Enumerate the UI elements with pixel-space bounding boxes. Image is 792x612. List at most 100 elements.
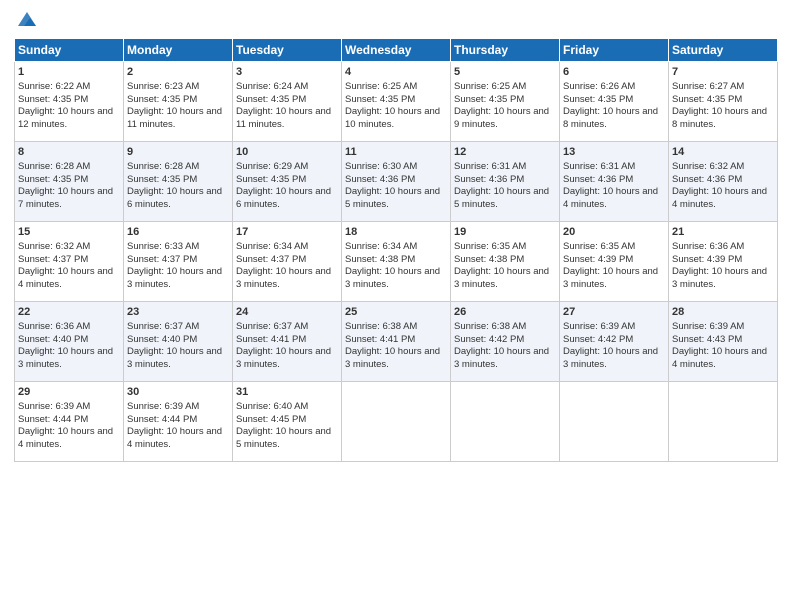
daylight-text: Daylight: 10 hours and 7 minutes. [18, 186, 113, 210]
day-number: 12 [454, 145, 556, 160]
sunrise-text: Sunrise: 6:31 AM [563, 161, 635, 172]
day-number: 5 [454, 65, 556, 80]
logo-icon [16, 8, 38, 30]
sunrise-text: Sunrise: 6:37 AM [127, 321, 199, 332]
day-number: 17 [236, 225, 338, 240]
table-row: 14Sunrise: 6:32 AMSunset: 4:36 PMDayligh… [669, 142, 778, 222]
day-number: 4 [345, 65, 447, 80]
table-row: 2Sunrise: 6:23 AMSunset: 4:35 PMDaylight… [124, 62, 233, 142]
sunset-text: Sunset: 4:44 PM [127, 414, 197, 425]
calendar-week-4: 22Sunrise: 6:36 AMSunset: 4:40 PMDayligh… [15, 302, 778, 382]
daylight-text: Daylight: 10 hours and 3 minutes. [563, 266, 658, 290]
day-number: 19 [454, 225, 556, 240]
table-row: 19Sunrise: 6:35 AM Sunset: 4:38 PMDayligh… [451, 222, 560, 302]
daylight-text: Daylight: 10 hours and 10 minutes. [345, 106, 440, 130]
sunset-text: Sunset: 4:38 PM [454, 254, 524, 265]
table-row: 11Sunrise: 6:30 AMSunset: 4:36 PMDayligh… [342, 142, 451, 222]
table-row: 20Sunrise: 6:35 AM Sunset: 4:39 PMDayligh… [560, 222, 669, 302]
day-number: 24 [236, 305, 338, 320]
sunset-text: Sunset: 4:35 PM [236, 174, 306, 185]
table-row: 22Sunrise: 6:36 AMSunset: 4:40 PMDayligh… [15, 302, 124, 382]
sunrise-text: Sunrise: 6:28 AM [127, 161, 199, 172]
daylight-text: Daylight: 10 hours and 3 minutes. [345, 346, 440, 370]
table-row: 24Sunrise: 6:37 AMSunset: 4:41 PMDayligh… [233, 302, 342, 382]
daylight-text: Daylight: 10 hours and 3 minutes. [345, 266, 440, 290]
sunset-text: Sunset: 4:39 PM [672, 254, 742, 265]
sunset-text: Sunset: 4:35 PM [127, 174, 197, 185]
sunset-text: Sunset: 4:43 PM [672, 334, 742, 345]
day-number: 10 [236, 145, 338, 160]
daylight-text: Daylight: 10 hours and 3 minutes. [236, 346, 331, 370]
day-number: 2 [127, 65, 229, 80]
table-row [342, 382, 451, 462]
table-row: 16Sunrise: 6:33 AMSunset: 4:37 PMDayligh… [124, 222, 233, 302]
day-number: 16 [127, 225, 229, 240]
calendar-body: 1Sunrise: 6:22 AMSunset: 4:35 PMDaylight… [15, 62, 778, 462]
sunrise-text: Sunrise: 6:40 AM [236, 401, 308, 412]
day-number: 21 [672, 225, 774, 240]
sunset-text: Sunset: 4:36 PM [563, 174, 633, 185]
daylight-text: Daylight: 10 hours and 6 minutes. [236, 186, 331, 210]
sunrise-text: Sunrise: 6:32 AM [672, 161, 744, 172]
sunset-text: Sunset: 4:40 PM [127, 334, 197, 345]
table-row: 28Sunrise: 6:39 AMSunset: 4:43 PMDayligh… [669, 302, 778, 382]
calendar-week-3: 15Sunrise: 6:32 AMSunset: 4:37 PMDayligh… [15, 222, 778, 302]
day-number: 23 [127, 305, 229, 320]
sunrise-text: Sunrise: 6:35 AM [454, 241, 526, 252]
day-number: 29 [18, 385, 120, 400]
table-row: 17Sunrise: 6:34 AMSunset: 4:37 PMDayligh… [233, 222, 342, 302]
daylight-text: Daylight: 10 hours and 11 minutes. [127, 106, 222, 130]
daylight-text: Daylight: 10 hours and 3 minutes. [454, 266, 549, 290]
daylight-text: Daylight: 10 hours and 3 minutes. [127, 346, 222, 370]
sunrise-text: Sunrise: 6:22 AM [18, 81, 90, 92]
day-number: 3 [236, 65, 338, 80]
daylight-text: Daylight: 10 hours and 3 minutes. [236, 266, 331, 290]
col-monday: Monday [124, 39, 233, 62]
table-row: 18Sunrise: 6:34 AMSunset: 4:38 PMDayligh… [342, 222, 451, 302]
table-row: 12Sunrise: 6:31 AMSunset: 4:36 PMDayligh… [451, 142, 560, 222]
table-row: 9Sunrise: 6:28 AMSunset: 4:35 PMDaylight… [124, 142, 233, 222]
col-friday: Friday [560, 39, 669, 62]
day-number: 26 [454, 305, 556, 320]
sunset-text: Sunset: 4:45 PM [236, 414, 306, 425]
table-row: 6Sunrise: 6:26 AMSunset: 4:35 PMDaylight… [560, 62, 669, 142]
sunset-text: Sunset: 4:35 PM [18, 174, 88, 185]
day-number: 11 [345, 145, 447, 160]
sunset-text: Sunset: 4:35 PM [563, 94, 633, 105]
table-row: 23Sunrise: 6:37 AM Sunset: 4:40 PMDayligh… [124, 302, 233, 382]
sunrise-text: Sunrise: 6:33 AM [127, 241, 199, 252]
sunrise-text: Sunrise: 6:23 AM [127, 81, 199, 92]
daylight-text: Daylight: 10 hours and 4 minutes. [18, 266, 113, 290]
sunset-text: Sunset: 4:39 PM [563, 254, 633, 265]
col-sunday: Sunday [15, 39, 124, 62]
sunrise-text: Sunrise: 6:28 AM [18, 161, 90, 172]
day-number: 22 [18, 305, 120, 320]
day-number: 7 [672, 65, 774, 80]
table-row [451, 382, 560, 462]
calendar-header: Sunday Monday Tuesday Wednesday Thursday… [15, 39, 778, 62]
table-row: 3Sunrise: 6:24 AMSunset: 4:35 PMDaylight… [233, 62, 342, 142]
table-row: 29Sunrise: 6:39 AMSunset: 4:44 PMDayligh… [15, 382, 124, 462]
day-number: 28 [672, 305, 774, 320]
table-row: 1Sunrise: 6:22 AMSunset: 4:35 PMDaylight… [15, 62, 124, 142]
table-row: 8Sunrise: 6:28 AMSunset: 4:35 PMDaylight… [15, 142, 124, 222]
sunrise-text: Sunrise: 6:34 AM [345, 241, 417, 252]
day-number: 27 [563, 305, 665, 320]
sunset-text: Sunset: 4:38 PM [345, 254, 415, 265]
table-row: 25Sunrise: 6:38 AMSunset: 4:41 PMDayligh… [342, 302, 451, 382]
header [14, 10, 778, 30]
sunrise-text: Sunrise: 6:35 AM [563, 241, 635, 252]
daylight-text: Daylight: 10 hours and 3 minutes. [454, 346, 549, 370]
day-number: 20 [563, 225, 665, 240]
daylight-text: Daylight: 10 hours and 11 minutes. [236, 106, 331, 130]
daylight-text: Daylight: 10 hours and 4 minutes. [672, 346, 767, 370]
calendar-week-2: 8Sunrise: 6:28 AMSunset: 4:35 PMDaylight… [15, 142, 778, 222]
daylight-text: Daylight: 10 hours and 8 minutes. [672, 106, 767, 130]
table-row: 4Sunrise: 6:25 AMSunset: 4:35 PMDaylight… [342, 62, 451, 142]
sunrise-text: Sunrise: 6:30 AM [345, 161, 417, 172]
sunset-text: Sunset: 4:42 PM [454, 334, 524, 345]
day-number: 13 [563, 145, 665, 160]
daylight-text: Daylight: 10 hours and 8 minutes. [563, 106, 658, 130]
sunset-text: Sunset: 4:35 PM [672, 94, 742, 105]
sunset-text: Sunset: 4:44 PM [18, 414, 88, 425]
